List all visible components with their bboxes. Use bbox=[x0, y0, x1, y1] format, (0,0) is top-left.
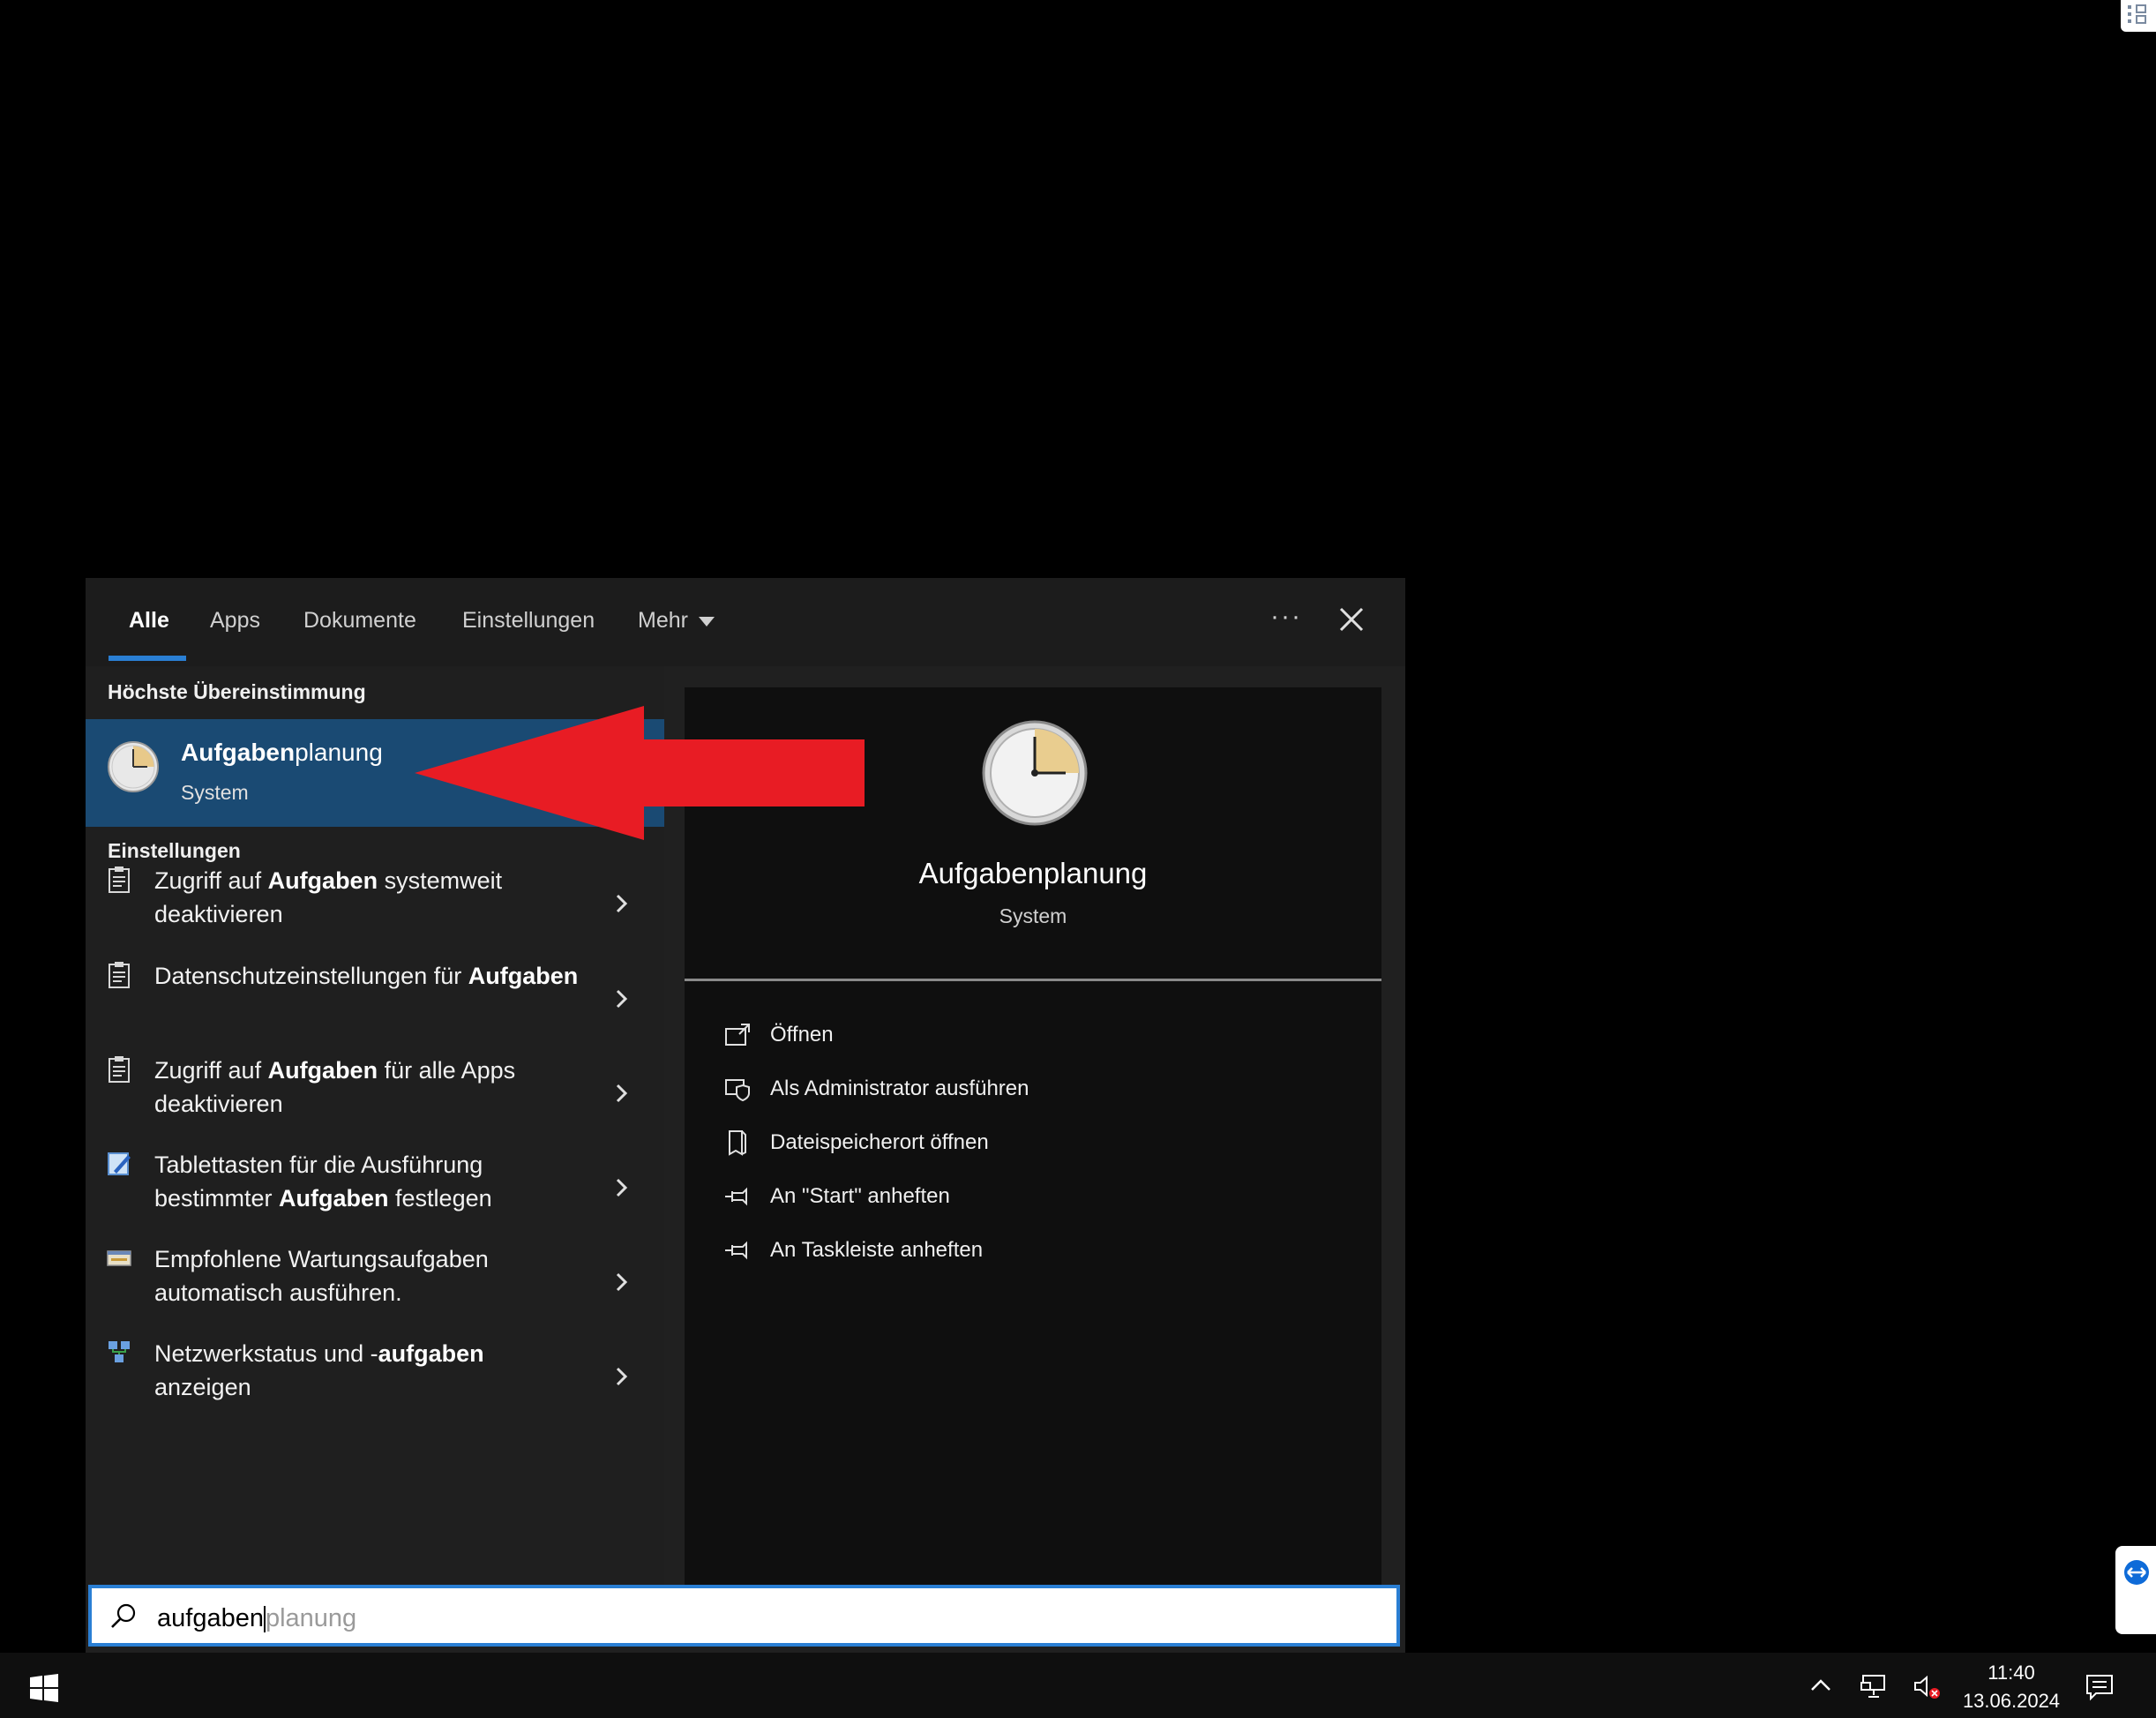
admin-shield-icon bbox=[723, 1075, 752, 1103]
task-scheduler-clock-icon bbox=[108, 741, 159, 792]
network-icon[interactable] bbox=[1860, 1670, 1891, 1702]
notification-center-icon[interactable] bbox=[2084, 1670, 2115, 1702]
tab-mehr-label: Mehr bbox=[638, 608, 688, 633]
search-autocomplete-hint: planung bbox=[265, 1604, 357, 1632]
action-label: An Taskleiste anheften bbox=[770, 1238, 984, 1262]
settings-result-label: Empfohlene Wartungsaufgaben automatisch … bbox=[154, 1246, 489, 1306]
clipboard-icon bbox=[107, 961, 131, 989]
tab-apps[interactable]: Apps bbox=[210, 608, 260, 661]
settings-result-label: Zugriff auf Aufgaben systemweit deaktivi… bbox=[154, 867, 503, 927]
search-input[interactable]: aufgabenplanung bbox=[157, 1604, 356, 1633]
filter-tabs: Alle Apps Dokumente Einstellungen Mehr ·… bbox=[86, 578, 1405, 666]
red-arrow-annotation bbox=[415, 706, 865, 840]
clipboard-icon bbox=[107, 1055, 131, 1084]
chevron-right-icon[interactable] bbox=[613, 1269, 631, 1295]
action-item[interactable]: Als Administrator ausführen bbox=[723, 1071, 1341, 1115]
settings-result-item[interactable]: Zugriff auf Aufgaben für alle Apps deakt… bbox=[86, 1052, 664, 1145]
action-item[interactable]: An Taskleiste anheften bbox=[723, 1233, 1341, 1277]
action-item[interactable]: Öffnen bbox=[723, 1017, 1341, 1062]
preview-subtitle: System bbox=[999, 904, 1067, 927]
chevron-up-icon[interactable] bbox=[1805, 1670, 1837, 1702]
chevron-right-icon[interactable] bbox=[613, 1174, 631, 1201]
clock-date[interactable]: 13.06.2024 bbox=[1958, 1690, 2064, 1713]
taskbar: 11:40 13.06.2024 bbox=[0, 1653, 2156, 1718]
settings-result-label: Tablettasten für die Ausführung bestimmt… bbox=[154, 1152, 492, 1212]
chevron-right-icon[interactable] bbox=[613, 1080, 631, 1107]
tab-mehr[interactable]: Mehr bbox=[638, 608, 715, 661]
preview-title: Aufgabenplanung bbox=[918, 857, 1148, 889]
settings-result-item[interactable]: Tablettasten für die Ausführung bestimmt… bbox=[86, 1146, 664, 1240]
chevron-right-icon[interactable] bbox=[613, 890, 631, 917]
search-icon bbox=[111, 1603, 136, 1628]
teamviewer-tab[interactable] bbox=[2115, 1546, 2156, 1634]
settings-result-label: Netzwerkstatus und -aufgaben anzeigen bbox=[154, 1340, 484, 1400]
section-settings: Einstellungen bbox=[108, 839, 241, 862]
tab-einstellungen[interactable]: Einstellungen bbox=[462, 608, 595, 661]
settings-result-label: Datenschutzeinstellungen für Aufgaben bbox=[154, 963, 579, 989]
pin-icon bbox=[723, 1182, 752, 1211]
close-icon bbox=[1339, 607, 1364, 632]
tab-dokumente[interactable]: Dokumente bbox=[303, 608, 416, 661]
caret-down-icon bbox=[698, 616, 715, 626]
more-options-icon[interactable]: ··· bbox=[1264, 599, 1308, 643]
file-location-icon bbox=[723, 1129, 752, 1157]
network-icon bbox=[107, 1339, 131, 1367]
settings-result-item[interactable]: Datenschutzeinstellungen für Aufgaben bbox=[86, 957, 664, 1051]
open-icon bbox=[723, 1021, 752, 1049]
best-match-subtitle: System bbox=[181, 781, 249, 804]
volume-muted-icon[interactable] bbox=[1911, 1670, 1943, 1702]
section-best-match: Höchste Übereinstimmung bbox=[108, 680, 366, 703]
active-tab-indicator bbox=[109, 656, 186, 661]
action-label: Dateispeicherort öffnen bbox=[770, 1130, 989, 1154]
settings-result-label: Zugriff auf Aufgaben für alle Apps deakt… bbox=[154, 1057, 516, 1117]
search-box[interactable]: aufgabenplanung bbox=[88, 1585, 1400, 1647]
settings-result-item[interactable]: Zugriff auf Aufgaben systemweit deaktivi… bbox=[86, 862, 664, 956]
action-item[interactable]: Dateispeicherort öffnen bbox=[723, 1125, 1341, 1169]
maintenance-icon bbox=[107, 1244, 131, 1272]
windows-start-icon[interactable] bbox=[28, 1672, 60, 1704]
settings-result-item[interactable]: Netzwerkstatus und -aufgaben anzeigen bbox=[86, 1335, 664, 1429]
teamviewer-icon bbox=[2124, 1560, 2149, 1585]
chevron-right-icon[interactable] bbox=[613, 986, 631, 1012]
tablet-pen-icon bbox=[107, 1150, 131, 1178]
action-label: Öffnen bbox=[770, 1023, 834, 1047]
action-item[interactable]: An "Start" anheften bbox=[723, 1179, 1341, 1223]
pin-icon bbox=[723, 1236, 752, 1264]
task-scheduler-clock-icon bbox=[982, 720, 1088, 826]
close-button[interactable] bbox=[1329, 597, 1374, 641]
tab-alle[interactable]: Alle bbox=[129, 608, 169, 661]
remote-toolbar-icon[interactable] bbox=[2121, 0, 2156, 32]
chevron-right-icon[interactable] bbox=[613, 1363, 631, 1390]
best-match-title: Aufgabenplanung bbox=[181, 739, 383, 766]
clipboard-icon bbox=[107, 866, 131, 894]
desktop: Alle Apps Dokumente Einstellungen Mehr ·… bbox=[0, 0, 2156, 1718]
action-label: An "Start" anheften bbox=[770, 1184, 950, 1208]
clock-time[interactable]: 11:40 bbox=[1958, 1662, 2064, 1684]
action-label: Als Administrator ausführen bbox=[770, 1077, 1029, 1100]
preview-divider bbox=[685, 979, 1381, 981]
settings-result-item[interactable]: Empfohlene Wartungsaufgaben automatisch … bbox=[86, 1241, 664, 1334]
